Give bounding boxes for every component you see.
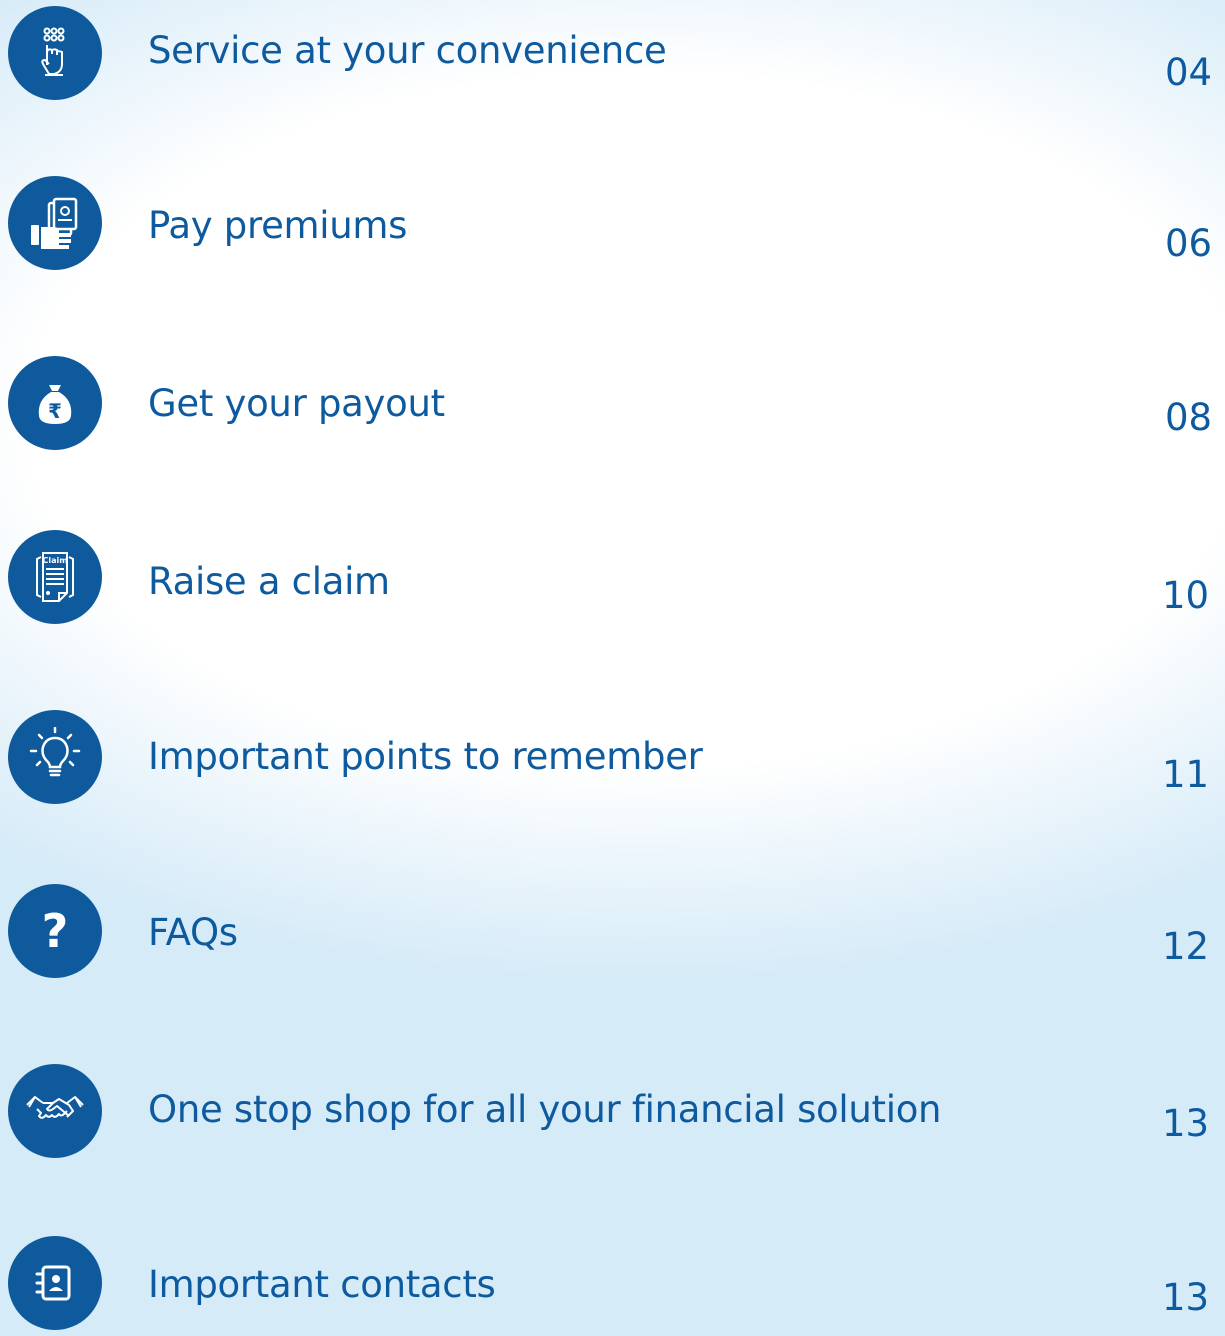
toc-item-page: 13	[1162, 1102, 1210, 1145]
toc-item-title: Get your payout	[148, 382, 445, 425]
toc-item-title: Important contacts	[148, 1263, 496, 1306]
toc-item-claim[interactable]: Claim Raise a claim 10	[0, 530, 1225, 630]
toc-item-page: 11	[1162, 753, 1210, 796]
claim-icon-label: Claim	[42, 556, 67, 565]
touch-hand-icon	[8, 6, 102, 100]
claim-document-icon: Claim	[8, 530, 102, 624]
toc-item-service[interactable]: Service at your convenience 04	[0, 2, 1225, 102]
rupee-money-bag-icon: ₹	[8, 356, 102, 450]
toc-item-page: 06	[1165, 222, 1213, 265]
svg-text:₹: ₹	[48, 399, 62, 423]
toc-item-important-points[interactable]: Important points to remember 11	[0, 710, 1225, 810]
table-of-contents: Service at your convenience 04 Pay premi…	[0, 0, 1225, 1336]
toc-item-payout[interactable]: ₹ Get your payout 08	[0, 356, 1225, 456]
toc-item-title: Service at your convenience	[148, 29, 667, 72]
toc-item-page: 10	[1162, 574, 1210, 617]
toc-item-contacts[interactable]: Important contacts 13	[0, 1236, 1225, 1336]
lightbulb-icon	[8, 710, 102, 804]
toc-item-faqs[interactable]: ? FAQs 12	[0, 884, 1225, 984]
toc-item-page: 13	[1162, 1276, 1210, 1319]
toc-item-title: Important points to remember	[148, 735, 703, 778]
question-mark-glyph: ?	[41, 904, 69, 958]
toc-item-page: 12	[1162, 925, 1210, 968]
toc-item-title: FAQs	[148, 911, 238, 954]
toc-item-title: Pay premiums	[148, 204, 408, 247]
toc-item-title: Raise a claim	[148, 560, 390, 603]
toc-item-page: 04	[1165, 51, 1213, 94]
handshake-icon	[8, 1064, 102, 1158]
toc-item-one-stop-shop[interactable]: One stop shop for all your financial sol…	[0, 1064, 1225, 1164]
hand-cash-icon	[8, 176, 102, 270]
question-mark-icon: ?	[8, 884, 102, 978]
toc-item-pay-premiums[interactable]: Pay premiums 06	[0, 176, 1225, 276]
toc-item-page: 08	[1165, 396, 1213, 439]
toc-item-title: One stop shop for all your financial sol…	[148, 1088, 942, 1131]
address-book-icon	[8, 1236, 102, 1330]
